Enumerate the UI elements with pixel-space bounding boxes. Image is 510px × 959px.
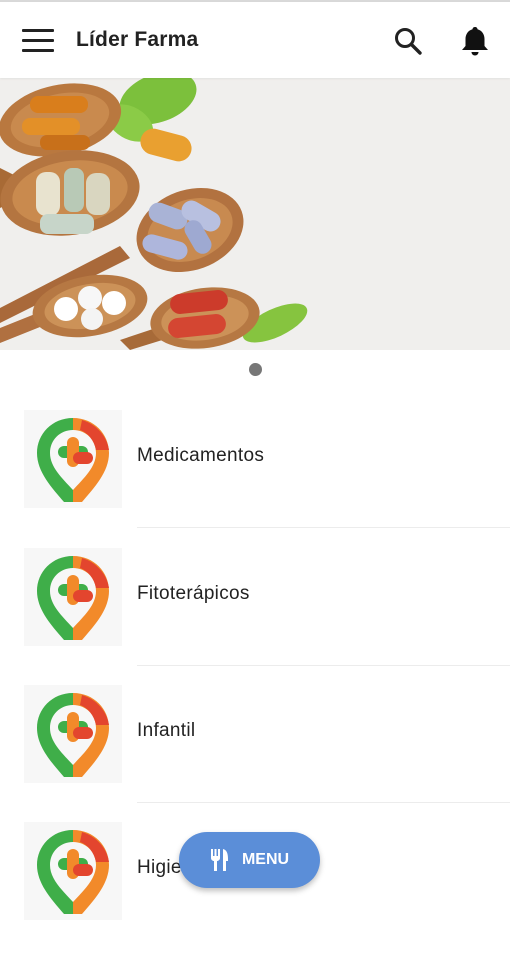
app-title: Líder Farma: [76, 28, 199, 51]
fork-knife-icon: [210, 849, 228, 871]
menu-fab-button[interactable]: MENU: [179, 832, 320, 888]
pharmacy-logo-icon: [24, 548, 122, 646]
bell-icon[interactable]: [459, 24, 491, 58]
menu-fab-label: MENU: [241, 851, 290, 868]
pharmacy-logo-icon: [24, 410, 122, 508]
category-label: Medicamentos: [137, 445, 265, 466]
hamburger-menu-icon[interactable]: [22, 29, 54, 53]
promo-banner[interactable]: [0, 78, 510, 350]
list-item-infantil[interactable]: Infantil: [0, 685, 510, 822]
row-divider: [137, 665, 510, 666]
list-item-fitoterapicos[interactable]: Fitoterápicos: [0, 548, 510, 685]
pharmacy-logo-icon: [24, 822, 122, 920]
list-item-medicamentos[interactable]: Medicamentos: [0, 410, 510, 547]
carousel-indicator-dot[interactable]: [249, 363, 262, 376]
category-label: Fitoterápicos: [137, 583, 250, 604]
app-bar: Líder Farma: [0, 2, 510, 78]
row-divider: [137, 802, 510, 803]
category-label: Higie: [137, 857, 182, 878]
search-icon[interactable]: [393, 26, 423, 56]
row-divider: [137, 527, 510, 528]
pharmacy-logo-icon: [24, 685, 122, 783]
category-label: Infantil: [137, 720, 196, 741]
